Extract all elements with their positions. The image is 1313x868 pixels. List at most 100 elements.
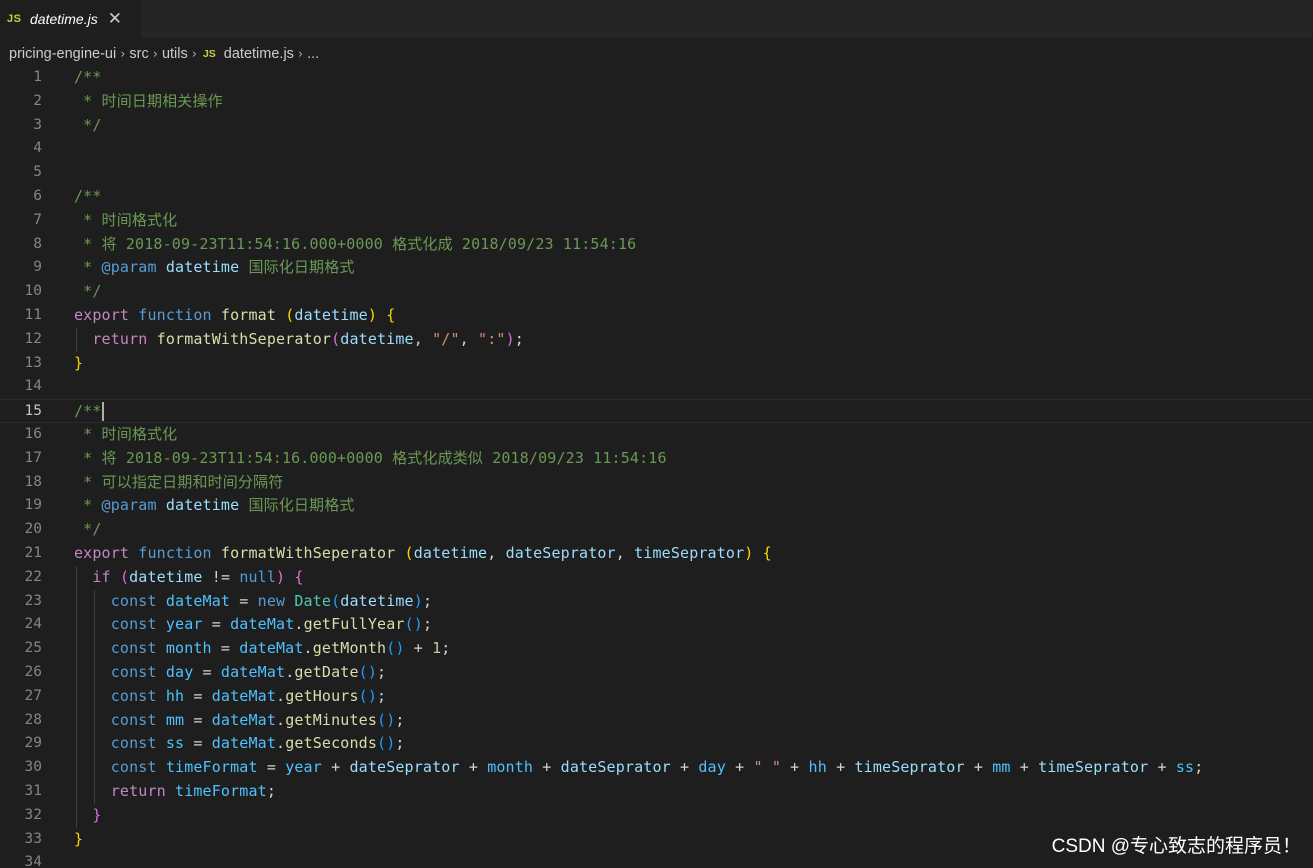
code-line[interactable]: 22 if (datetime != null) { — [0, 566, 1313, 590]
line-text: const dateMat = new Date(datetime); — [74, 590, 432, 614]
code-token: * — [74, 258, 102, 277]
code-token: Date — [294, 591, 332, 610]
code-token: * 时间格式化 — [74, 210, 178, 229]
code-token: . — [276, 734, 286, 753]
code-token: } — [74, 829, 84, 848]
code-token: != — [202, 567, 240, 586]
code-token: dateSeprator — [505, 543, 616, 562]
line-text: /** — [74, 400, 104, 424]
code-line[interactable]: 28 const mm = dateMat.getMinutes(); — [0, 709, 1313, 733]
line-text: * 将 2018-09-23T11:54:16.000+0000 格式化成 20… — [74, 233, 636, 257]
code-token: { — [294, 567, 304, 586]
code-token: ( — [119, 567, 130, 586]
code-line[interactable]: 26 const day = dateMat.getDate(); — [0, 661, 1313, 685]
code-token: ( — [285, 305, 295, 324]
code-token: ) — [505, 329, 515, 348]
code-line[interactable]: 10 */ — [0, 280, 1313, 304]
breadcrumb-item-file[interactable]: datetime.js — [224, 46, 294, 62]
code-line[interactable]: 13} — [0, 352, 1313, 376]
code-line[interactable]: 16 * 时间格式化 — [0, 423, 1313, 447]
code-line[interactable]: 8 * 将 2018-09-23T11:54:16.000+0000 格式化成 … — [0, 233, 1313, 257]
code-line[interactable]: 11 export function format (datetime) { — [0, 304, 1313, 328]
watermark: CSDN @专心致志的程序员！ — [1051, 836, 1301, 857]
code-editor[interactable]: JS datetime.js ✕ pricing-engine-ui › src… — [0, 0, 1313, 868]
code-line[interactable]: 1 /** — [0, 66, 1313, 90]
code-line[interactable]: 5 — [0, 161, 1313, 185]
code-token: mm — [992, 758, 1011, 777]
line-text: return formatWithSeperator(datetime, "/"… — [74, 328, 524, 352]
line-text: const hh = dateMat.getHours(); — [74, 685, 386, 709]
code-token: const — [110, 591, 157, 610]
line-number: 24 — [24, 616, 42, 633]
line-text: if (datetime != null) { — [74, 566, 304, 590]
code-token: ; — [441, 639, 451, 658]
line-number: 16 — [24, 425, 42, 442]
code-line[interactable]: 15 /** — [0, 399, 1313, 423]
code-token: () — [377, 710, 396, 729]
code-token: datetime — [294, 305, 368, 324]
code-line[interactable]: 14 — [0, 375, 1313, 399]
tab-title: datetime.js — [30, 11, 98, 27]
code-token: = — [257, 758, 286, 777]
code-line[interactable]: 17 * 将 2018-09-23T11:54:16.000+0000 格式化成… — [0, 447, 1313, 471]
code-token: = — [184, 734, 212, 753]
code-token: timeSeprator — [854, 758, 965, 777]
code-line[interactable]: 23 const dateMat = new Date(datetime); — [0, 590, 1313, 614]
tab-datetime-js[interactable]: JS datetime.js ✕ — [0, 0, 141, 38]
code-token: + — [670, 758, 699, 777]
code-line[interactable]: 12 return formatWithSeperator(datetime, … — [0, 328, 1313, 352]
code-line[interactable]: 18 * 可以指定日期和时间分隔符 — [0, 471, 1313, 495]
code-line[interactable]: 27 const hh = dateMat.getHours(); — [0, 685, 1313, 709]
breadcrumb-item-src[interactable]: src — [129, 46, 148, 62]
line-text: * 时间日期相关操作 — [74, 90, 223, 114]
code-token: * 时间日期相关操作 — [74, 91, 223, 110]
code-token: dateMat — [211, 734, 277, 753]
code-line[interactable]: 24 const year = dateMat.getFullYear(); — [0, 613, 1313, 637]
code-token: getDate — [294, 662, 359, 681]
chevron-right-icon: › — [120, 46, 126, 62]
code-token: , — [413, 329, 433, 348]
close-icon[interactable]: ✕ — [108, 10, 122, 28]
code-line[interactable]: 3 */ — [0, 114, 1313, 138]
code-token: ( — [331, 591, 341, 610]
code-line[interactable]: 32 } — [0, 804, 1313, 828]
code-line[interactable]: 21 export function formatWithSeperator (d… — [0, 542, 1313, 566]
code-line[interactable]: 29 const ss = dateMat.getSeconds(); — [0, 732, 1313, 756]
code-token: ; — [514, 329, 524, 348]
code-line[interactable]: 30 const timeFormat = year + dateSeprato… — [0, 756, 1313, 780]
code-token: * 将 2018-09-23T11:54:16.000+0000 格式化成类似 … — [74, 448, 667, 467]
line-text: const mm = dateMat.getMinutes(); — [74, 709, 405, 733]
code-line[interactable]: 4 — [0, 137, 1313, 161]
code-token: = — [184, 710, 212, 729]
code-token: dateMat — [211, 710, 277, 729]
code-token: datetime — [340, 329, 414, 348]
chevron-right-icon: › — [152, 46, 158, 62]
code-token: return — [92, 329, 148, 348]
code-line[interactable]: 9 * @param datetime 国际化日期格式 — [0, 256, 1313, 280]
code-token: + — [781, 758, 809, 777]
code-token: getMinutes — [285, 710, 378, 729]
code-line[interactable]: 20 */ — [0, 518, 1313, 542]
code-line[interactable]: 7 * 时间格式化 — [0, 209, 1313, 233]
code-area[interactable]: 1/** 2 * 时间日期相关操作 3 */4 5 6/** 7 * 时间格式化 8 * 将… — [0, 66, 1313, 868]
code-line[interactable]: 2 * 时间日期相关操作 — [0, 90, 1313, 114]
line-number: 10 — [24, 283, 42, 300]
code-line[interactable]: 6 /** — [0, 185, 1313, 209]
code-token: + — [725, 758, 754, 777]
code-token: = — [211, 639, 240, 658]
breadcrumb-item-project[interactable]: pricing-engine-ui — [9, 46, 116, 62]
breadcrumb-item-symbols[interactable]: ... — [307, 46, 319, 62]
breadcrumb-item-utils[interactable]: utils — [162, 46, 188, 62]
code-line[interactable]: 31 return timeFormat; — [0, 780, 1313, 804]
code-token: timeSeprator — [634, 543, 745, 562]
code-line[interactable]: 25 const month = dateMat.getMonth() + 1; — [0, 637, 1313, 661]
line-number: 7 — [33, 211, 42, 228]
code-line[interactable]: 19 * @param datetime 国际化日期格式 — [0, 494, 1313, 518]
